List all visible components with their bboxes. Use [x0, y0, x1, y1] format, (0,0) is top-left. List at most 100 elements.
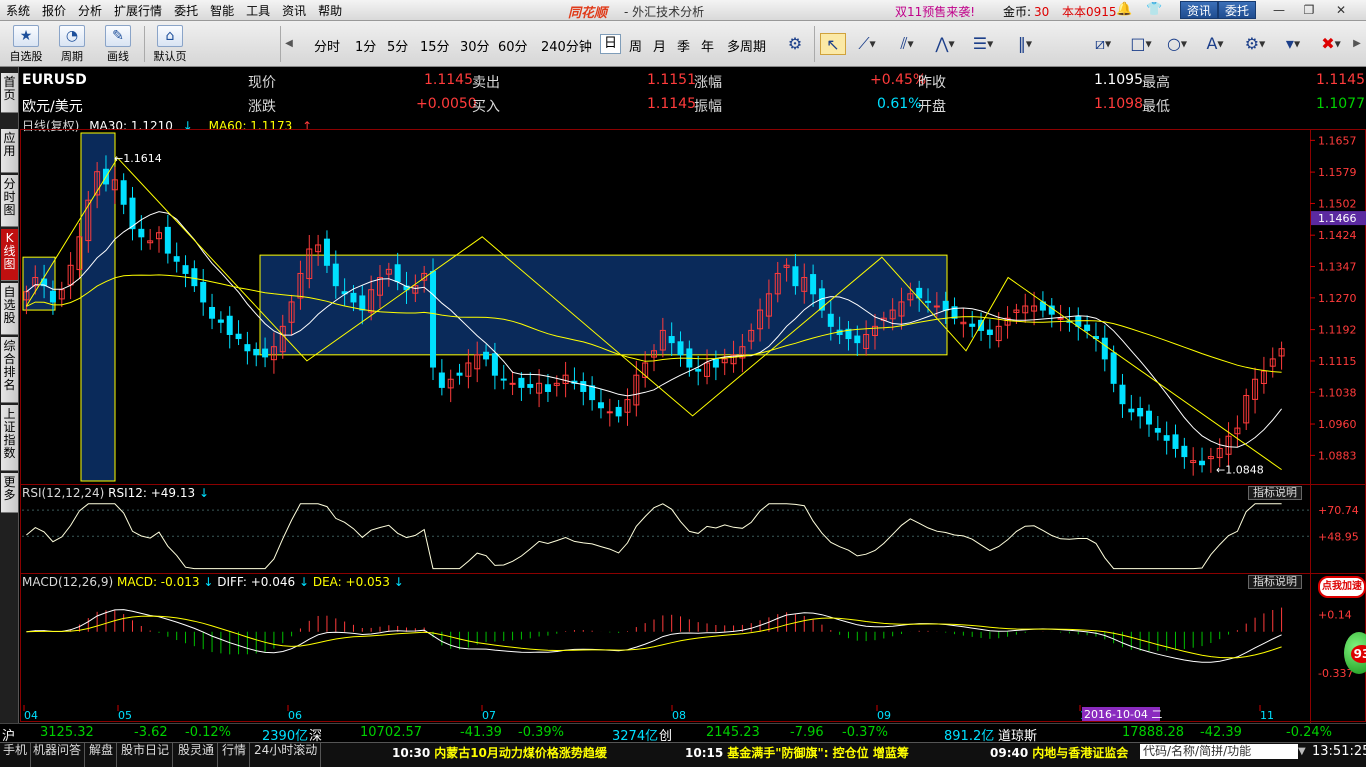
candle-body	[120, 180, 127, 205]
tab-timeshare[interactable]: 分时图	[1, 175, 18, 227]
tab-kline[interactable]: K线图	[1, 229, 18, 281]
tab-apps[interactable]: 应用	[1, 129, 18, 173]
code-search-input[interactable]: 代码/名称/简拼/功能	[1140, 744, 1298, 759]
menu-item-analysis[interactable]: 分析	[72, 2, 108, 19]
gann-lines-icon[interactable]: ‖▼	[1008, 33, 1042, 55]
index-dj-change: -42.39	[1200, 725, 1242, 740]
label-change: 涨跌	[248, 99, 276, 115]
rsi-tick-label: +48.95	[1318, 530, 1359, 543]
default-page-button[interactable]: ⌂ 默认页	[150, 24, 190, 64]
period-day[interactable]: 日	[600, 34, 622, 54]
expand-icon[interactable]: ▶	[1350, 33, 1364, 55]
period-30min[interactable]: 30分	[460, 36, 490, 55]
candle-body	[527, 384, 534, 388]
period-button[interactable]: ◔ 周期	[52, 24, 92, 64]
menu-item-trade[interactable]: 委托	[168, 2, 204, 19]
restore-icon[interactable]: ❐	[1298, 2, 1320, 18]
minimize-icon[interactable]: —	[1268, 2, 1290, 18]
x-tick-label: 11	[1260, 709, 1274, 722]
news-time: 10:30	[392, 746, 431, 760]
menu-bar: 系统 报价 分析 扩展行情 委托 智能 工具 资讯 帮助 同花顺 - 外汇技术分…	[0, 0, 1366, 21]
period-1min[interactable]: 1分	[355, 36, 376, 55]
high-annotation: ←1.1614	[114, 152, 162, 165]
speed-ball-icon[interactable]: 93	[1344, 632, 1366, 674]
bell-icon[interactable]: 🔔	[1116, 2, 1132, 18]
text-tool-icon[interactable]: A▼	[1198, 33, 1232, 55]
tab-sh-index[interactable]: 上证指数	[1, 405, 18, 471]
close-icon[interactable]: ✕	[1330, 2, 1352, 18]
cursor-icon[interactable]: ↖	[820, 33, 846, 55]
menu-item-tools[interactable]: 工具	[240, 2, 276, 19]
news-item[interactable]: 09:40 内地与香港证监会	[990, 744, 1128, 761]
period-15min[interactable]: 15分	[420, 36, 450, 55]
value-last: 1.1145	[424, 72, 473, 88]
menu-item-system[interactable]: 系统	[0, 2, 36, 19]
y-tick-label: 1.1579	[1318, 166, 1357, 179]
tab-watchlist[interactable]: 自选股	[1, 283, 18, 335]
symbol-name: 欧元/美元	[22, 99, 83, 115]
shirt-icon[interactable]: 👕	[1146, 2, 1162, 18]
promo-link[interactable]: 双11预售来袭!	[895, 3, 975, 20]
candle-body	[1137, 408, 1144, 417]
trade-button[interactable]: 委托	[1218, 1, 1257, 19]
news-item[interactable]: 10:30 内蒙古10月动力煤价格涨势趋缓	[392, 744, 607, 761]
y-tick-label: 1.1270	[1318, 292, 1357, 305]
period-month[interactable]: 月	[653, 36, 666, 55]
menu-item-smart[interactable]: 智能	[204, 2, 240, 19]
menu-item-news[interactable]: 资讯	[276, 2, 312, 19]
x-tick-label: 07	[482, 709, 496, 722]
gear-icon[interactable]: ⚙	[780, 33, 810, 55]
tab-more[interactable]: 更多	[1, 473, 18, 513]
period-year[interactable]: 年	[701, 36, 714, 55]
period-timeshare[interactable]: 分时	[314, 36, 340, 55]
channel-icon[interactable]: ⧄▼	[1086, 33, 1120, 55]
chart-area[interactable]: 1.1657 1.1579 1.1502 1.1424 1.1347 1.1270 1.11…	[20, 129, 1366, 723]
candle-body	[500, 378, 507, 381]
rsi-help-button[interactable]: 指标说明	[1248, 486, 1302, 500]
period-week[interactable]: 周	[629, 36, 642, 55]
macd-help-button[interactable]: 指标说明	[1248, 575, 1302, 589]
period-60min[interactable]: 60分	[498, 36, 528, 55]
y-tick-label: 1.1657	[1318, 134, 1357, 147]
line-tool-icon[interactable]: ⟋▼	[850, 33, 884, 55]
ellipse-icon[interactable]: ○▼	[1160, 33, 1194, 55]
status-tab-mobile[interactable]: 手机	[0, 743, 32, 767]
period-5min[interactable]: 5分	[387, 36, 408, 55]
coins-label: 金币:	[1003, 5, 1032, 19]
fibonacci-icon[interactable]: ☰▼	[966, 33, 1000, 55]
status-tab-robot-qa[interactable]: 机器问答	[30, 743, 86, 767]
period-multi[interactable]: 多周期	[727, 36, 766, 55]
status-tab-diary[interactable]: 股市日记	[118, 743, 174, 767]
period-quarter[interactable]: 季	[677, 36, 690, 55]
status-tab-market[interactable]: 行情	[219, 743, 251, 767]
macd-legend-dea: DEA: +0.053 ↓	[313, 575, 404, 589]
tab-home[interactable]: 首页	[1, 73, 18, 113]
draw-line-button[interactable]: ✎ 画线	[98, 24, 138, 64]
rectangle-icon[interactable]: □▼	[1124, 33, 1158, 55]
news-button[interactable]: 资讯	[1180, 1, 1219, 19]
menu-item-extended[interactable]: 扩展行情	[108, 2, 168, 19]
period-240min[interactable]: 240分钟	[541, 36, 592, 55]
news-item[interactable]: 10:15 基金满手"防御旗": 控仓位 增蓝筹	[685, 744, 909, 761]
speed-up-badge[interactable]: 点我加速	[1318, 576, 1366, 598]
toolbar-divider	[814, 26, 815, 62]
status-tab-24h[interactable]: 24小时滚动	[251, 743, 322, 767]
menu-item-help[interactable]: 帮助	[312, 2, 348, 19]
tab-ranking[interactable]: 综合排名	[1, 337, 18, 403]
home-icon: ⌂	[157, 25, 183, 47]
watchlist-button[interactable]: ★ 自选股	[6, 24, 46, 64]
collapse-icon[interactable]: ◀	[282, 33, 296, 55]
search-dropdown-icon[interactable]: ▼	[1298, 746, 1306, 757]
parallel-line-icon[interactable]: ⫽▼	[890, 33, 924, 55]
marker-icon[interactable]: ▾▼	[1276, 33, 1310, 55]
settings-icon[interactable]: ⚙▼	[1238, 33, 1272, 55]
delete-icon[interactable]: ✖▼	[1314, 33, 1348, 55]
menu-item-quote[interactable]: 报价	[36, 2, 72, 19]
symbol-code: EURUSD	[22, 72, 87, 88]
kline-chart-svg[interactable]: 1.1657 1.1579 1.1502 1.1424 1.1347 1.1270 1.11…	[20, 129, 1366, 723]
news-time: 09:40	[990, 746, 1029, 760]
status-tab-stock-link[interactable]: 股灵通	[175, 743, 219, 767]
draw-line-label: 画线	[107, 50, 129, 63]
status-tab-commentary[interactable]: 解盘	[86, 743, 118, 767]
wave-tool-icon[interactable]: ⋀▼	[928, 33, 962, 55]
